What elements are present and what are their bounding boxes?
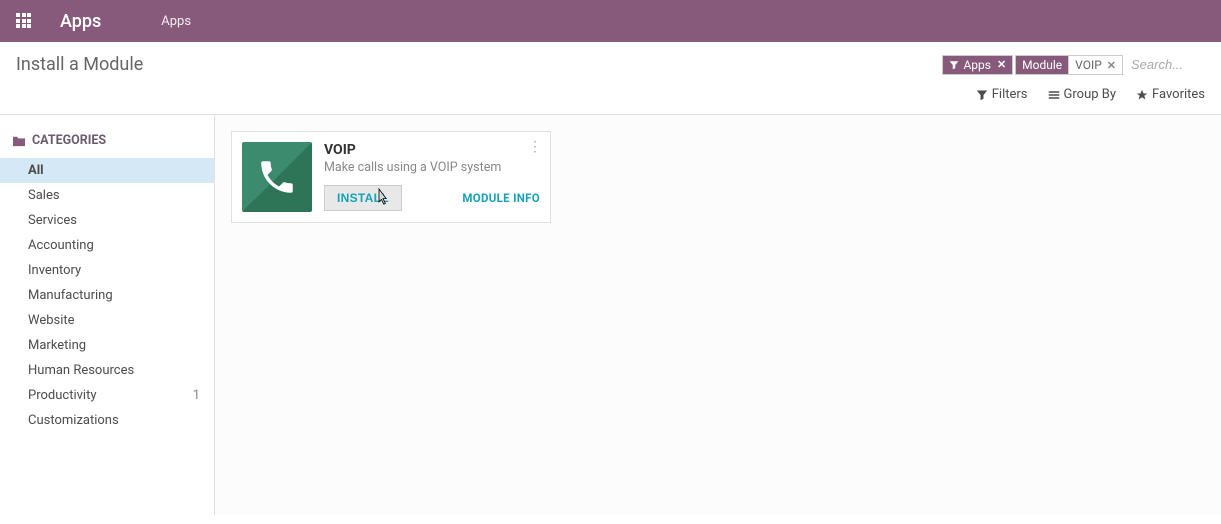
folder-icon — [12, 135, 26, 147]
page-title: Install a Module — [16, 54, 143, 75]
module-card-voip: VOIP Make calls using a VOIP system INST… — [231, 131, 551, 223]
star-icon — [1136, 89, 1148, 101]
group-by-button[interactable]: Group By — [1048, 87, 1117, 102]
search-bar[interactable]: Apps ✕ Module VOIP ✕ — [942, 54, 1205, 75]
control-panel: Install a Module Apps ✕ Module VOIP ✕ — [0, 42, 1221, 115]
search-input[interactable] — [1125, 54, 1205, 75]
sidebar-item-all[interactable]: All — [0, 158, 214, 183]
top-bar: Apps Apps — [0, 0, 1221, 42]
search-toolbar: Filters Group By Favorites — [976, 87, 1205, 102]
module-description: Make calls using a VOIP system — [324, 160, 540, 175]
sidebar-item-website[interactable]: Website — [0, 308, 214, 333]
sidebar-item-productivity[interactable]: Productivity1 — [0, 383, 214, 408]
list-icon — [1048, 89, 1060, 101]
sidebar: CATEGORIES All Sales Services Accounting… — [0, 115, 215, 515]
phone-icon — [242, 142, 312, 212]
categories-header: CATEGORIES — [0, 133, 214, 158]
sidebar-item-services[interactable]: Services — [0, 208, 214, 233]
module-title: VOIP — [324, 142, 540, 158]
sidebar-item-marketing[interactable]: Marketing — [0, 333, 214, 358]
apps-menu-icon[interactable] — [16, 13, 32, 29]
facet-value: VOIP — [1075, 58, 1102, 72]
sidebar-item-manufacturing[interactable]: Manufacturing — [0, 283, 214, 308]
remove-facet-icon[interactable]: ✕ — [997, 58, 1006, 71]
category-list: All Sales Services Accounting Inventory … — [0, 158, 214, 433]
filter-icon — [976, 89, 988, 101]
app-name: Apps — [60, 11, 101, 32]
filter-icon — [949, 60, 959, 70]
sidebar-item-customizations[interactable]: Customizations — [0, 408, 214, 433]
breadcrumb[interactable]: Apps — [161, 14, 191, 29]
filters-button[interactable]: Filters — [976, 87, 1028, 102]
sidebar-item-accounting[interactable]: Accounting — [0, 233, 214, 258]
search-facet-module[interactable]: Module VOIP ✕ — [1015, 55, 1123, 75]
sidebar-item-human-resources[interactable]: Human Resources — [0, 358, 214, 383]
install-button[interactable]: INSTALL — [324, 185, 402, 211]
remove-facet-icon[interactable]: ✕ — [1107, 59, 1116, 72]
search-facet-apps[interactable]: Apps ✕ — [942, 55, 1013, 75]
sidebar-item-sales[interactable]: Sales — [0, 183, 214, 208]
kebab-menu-icon[interactable]: ⋮ — [528, 140, 542, 154]
module-info-link[interactable]: MODULE INFO — [462, 191, 540, 205]
facet-field: Module — [1022, 58, 1062, 72]
facet-label: Apps — [963, 58, 991, 72]
sidebar-item-inventory[interactable]: Inventory — [0, 258, 214, 283]
favorites-button[interactable]: Favorites — [1136, 87, 1205, 102]
main-area: CATEGORIES All Sales Services Accounting… — [0, 115, 1221, 515]
module-kanban: VOIP Make calls using a VOIP system INST… — [215, 115, 1221, 515]
